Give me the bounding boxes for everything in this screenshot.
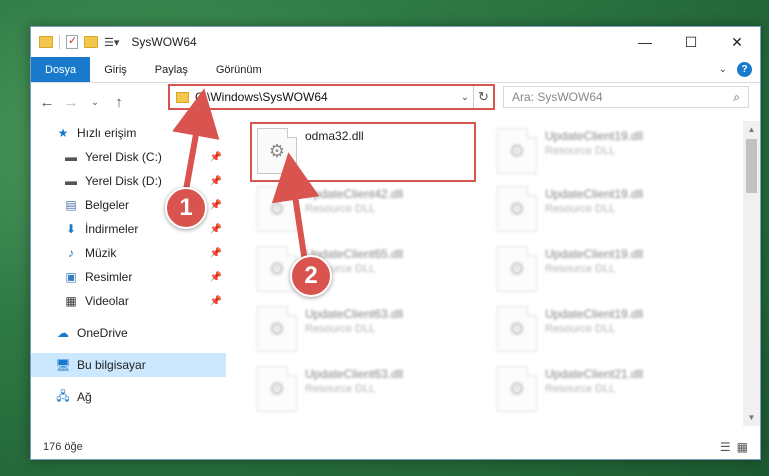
arrow-step-2 bbox=[271, 152, 320, 263]
arrow-step-1 bbox=[172, 88, 220, 191]
step-badge-2: 2 bbox=[290, 255, 332, 297]
annotation-arrows bbox=[172, 88, 320, 263]
step-badge-1: 1 bbox=[165, 187, 207, 229]
